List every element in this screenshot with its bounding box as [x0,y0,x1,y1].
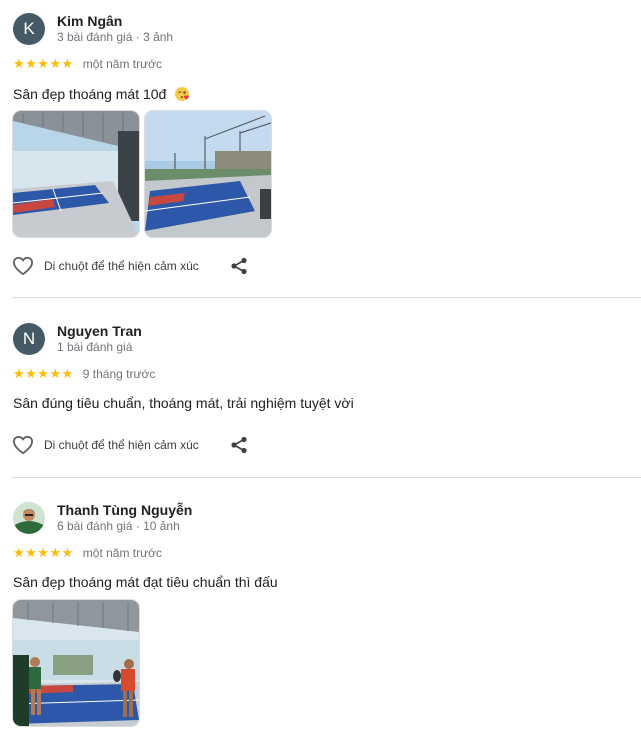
review-text-content: Sân đẹp thoáng mát 10đ [13,86,167,102]
review-photo[interactable] [13,600,139,726]
profile-photo [13,502,45,534]
reviewer-meta: 3 bài đánh giá · 3 ảnh [57,30,174,44]
heart-icon[interactable] [12,435,34,455]
avatar[interactable] [13,502,45,534]
review-time: một năm trước [82,546,163,560]
rating-row: ★★★★★ một năm trước [13,56,162,72]
star-rating: ★★★★★ [13,545,74,560]
star-rating: ★★★★★ [13,366,74,381]
review-text: Sân đẹp thoáng mát đạt tiêu chuẩn thì đấ… [13,574,278,590]
avatar-letter: K [23,19,35,38]
reviewer-meta: 6 bài đánh giá · 10 ảnh [57,519,180,533]
review-card: N Nguyen Tran 1 bài đánh giá ★★★★★ 9 thá… [0,298,641,478]
rating-row: ★★★★★ một năm trước [13,545,162,561]
star-rating: ★★★★★ [13,56,74,71]
avatar[interactable]: N [13,323,45,355]
review-photo[interactable] [145,111,271,237]
review-text: Sân đúng tiêu chuẩn, thoáng mát, trải ng… [13,395,354,411]
review-time: một năm trước [82,57,163,71]
reviewer-name[interactable]: Kim Ngân [57,13,122,29]
rating-row: ★★★★★ 9 tháng trước [13,366,155,382]
review-actions: Di chuột để thể hiện cảm xúc [12,435,248,455]
avatar[interactable]: K [13,13,45,45]
avatar-letter: N [22,329,36,348]
share-icon[interactable] [230,436,248,454]
heart-icon[interactable] [12,256,34,276]
review-actions: Di chuột để thể hiện cảm xúc [12,256,248,276]
share-icon[interactable] [230,257,248,275]
review-time: 9 tháng trước [82,367,156,381]
reviewer-name[interactable]: Nguyen Tran [57,323,142,339]
react-hint: Di chuột để thể hiện cảm xúc [44,259,199,273]
react-hint: Di chuột để thể hiện cảm xúc [44,438,199,452]
kiss-face-icon [174,85,191,105]
review-photo[interactable] [13,111,139,237]
reviewer-meta: 1 bài đánh giá [57,340,133,354]
review-card: Thanh Tùng Nguyễn 6 bài đánh giá · 10 ản… [0,478,641,736]
review-card: K Kim Ngân 3 bài đánh giá · 3 ảnh ★★★★★ … [0,0,641,298]
reviewer-name[interactable]: Thanh Tùng Nguyễn [57,502,192,518]
review-text: Sân đẹp thoáng mát 10đ [13,85,191,105]
